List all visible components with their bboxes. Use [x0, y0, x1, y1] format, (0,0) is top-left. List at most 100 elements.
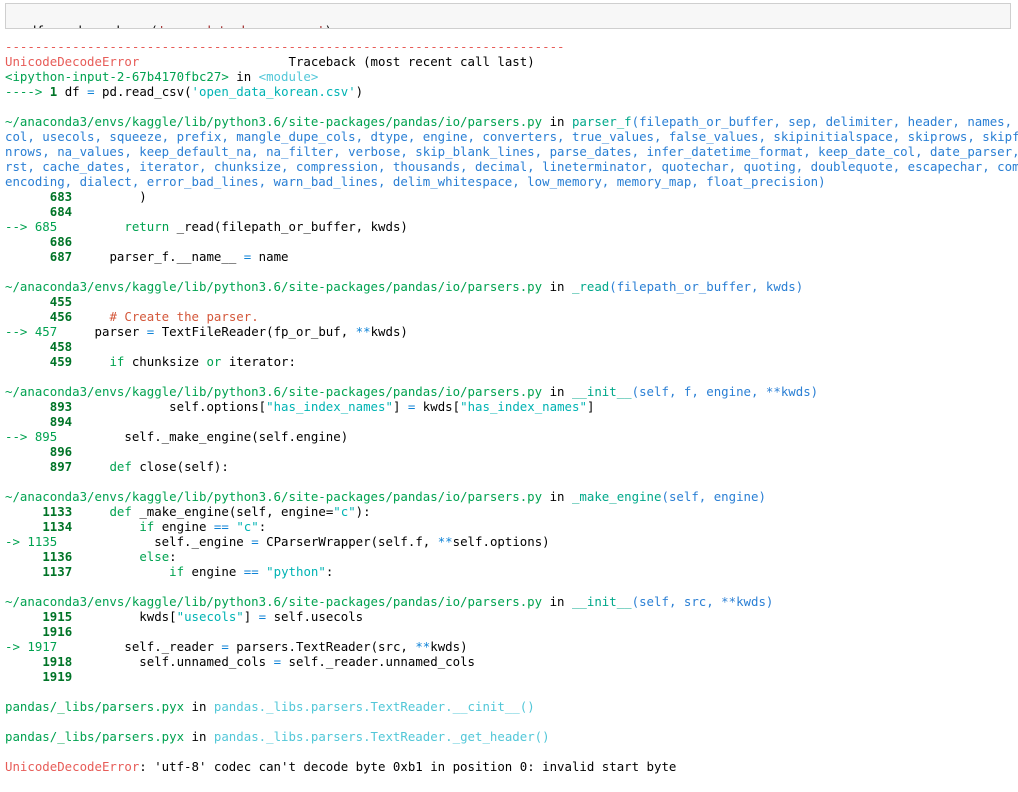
- source-token: close(self):: [131, 459, 229, 474]
- source-token: kwds): [430, 639, 468, 654]
- frame-file-path: pandas/_libs/parsers.pyx: [5, 699, 185, 714]
- current-frame-arrow: -->: [5, 429, 35, 444]
- source-token: =: [87, 84, 95, 99]
- source-token: self._engine: [64, 534, 252, 549]
- source-token: parser: [64, 324, 147, 339]
- traceback-frame-line: ~/anaconda3/envs/kaggle/lib/python3.6/si…: [5, 279, 1018, 294]
- source-token: ]: [243, 609, 259, 624]
- source-token: or: [206, 354, 222, 369]
- source-line-number: 457: [34, 324, 58, 339]
- current-frame-arrow: [5, 564, 42, 579]
- current-frame-arrow: [5, 609, 42, 624]
- source-line-number: 1918: [42, 654, 73, 669]
- code-input-cell[interactable]: df = pd.read_csv('open_data_korean.csv'): [5, 3, 1011, 29]
- source-line-number: 1136: [42, 549, 73, 564]
- source-token: ]: [392, 399, 408, 414]
- source-token: def: [109, 459, 132, 474]
- frame-function-args-continued: encoding, dialect, error_bad_lines, warn…: [5, 174, 826, 189]
- current-frame-arrow: [5, 504, 42, 519]
- source-token: if: [169, 564, 185, 579]
- source-code-line: 456 # Create the parser.: [5, 309, 1018, 324]
- source-token: parser_f.__name__: [79, 249, 244, 264]
- current-frame-arrow: [5, 234, 50, 249]
- frame-function-args: (filepath_or_buffer, kwds): [609, 279, 804, 294]
- source-code-line: 455: [5, 294, 1018, 309]
- current-frame-arrow: [5, 204, 50, 219]
- traceback-frame-line: <ipython-input-2-67b4170fbc27> in <modul…: [5, 69, 1018, 84]
- source-code-line: 1918 self.unnamed_cols = self._reader.un…: [5, 654, 1018, 669]
- frame-in-keyword: in: [184, 729, 214, 744]
- traceback-frame-line: pandas/_libs/parsers.pyx in pandas._libs…: [5, 699, 1018, 714]
- source-token: [80, 309, 110, 324]
- source-line-number: 1135: [27, 534, 58, 549]
- source-token: [80, 549, 140, 564]
- frame-function-args-continued: col, usecols, squeeze, prefix, mangle_du…: [5, 129, 1018, 144]
- final-error-line: UnicodeDecodeError: 'utf-8' codec can't …: [5, 759, 1018, 774]
- traceback-frame-line: pandas/_libs/parsers.pyx in pandas._libs…: [5, 729, 1018, 744]
- frame-file-path: ~/anaconda3/envs/kaggle/lib/python3.6/si…: [5, 594, 543, 609]
- frame-in-keyword: in: [542, 384, 572, 399]
- source-token: iterator:: [221, 354, 296, 369]
- frame-function-name: _make_engine: [571, 489, 662, 504]
- source-line-number: 683: [49, 189, 73, 204]
- source-code-line: 1136 else:: [5, 549, 1018, 564]
- source-token: ): [79, 189, 147, 204]
- current-frame-arrow: ->: [5, 639, 28, 654]
- source-code-line: 1915 kwds["usecols"] = self.usecols: [5, 609, 1018, 624]
- source-token: "c": [236, 519, 259, 534]
- frame-in-keyword: in: [542, 594, 572, 609]
- source-code-line: 684: [5, 204, 1018, 219]
- source-code-line: 1916: [5, 624, 1018, 639]
- frame-function-name: __init__: [571, 384, 632, 399]
- frame-function-args-continued: rst, cache_dates, iterator, chunksize, c…: [5, 159, 1018, 174]
- frame-function-args-continued: nrows, na_values, keep_default_na, na_fi…: [5, 144, 1018, 159]
- error-header-line: UnicodeDecodeError Traceback (most recen…: [5, 54, 1018, 69]
- source-line-number: 1915: [42, 609, 73, 624]
- current-frame-arrow: -->: [5, 324, 35, 339]
- error-type: UnicodeDecodeError: [5, 54, 140, 69]
- frame-in-keyword: in: [184, 699, 214, 714]
- frame-file-path: <ipython-input-2-67b4170fbc27>: [5, 69, 229, 84]
- source-token: self.options): [452, 534, 550, 549]
- source-token: "usecols": [176, 609, 244, 624]
- source-token: [80, 354, 110, 369]
- traceback-header-label: Traceback (most recent call last): [288, 54, 535, 69]
- source-token: engine: [154, 519, 214, 534]
- current-frame-arrow: [5, 654, 42, 669]
- source-token: ):: [355, 504, 371, 519]
- traceback-rule: ----------------------------------------…: [5, 39, 565, 54]
- source-line-number: 685: [34, 219, 58, 234]
- source-token: **: [355, 324, 371, 339]
- source-line-number: 1134: [42, 519, 73, 534]
- source-code-line: 1133 def _make_engine(self, engine="c"):: [5, 504, 1018, 519]
- source-token: 'open_data_korean.csv': [191, 84, 356, 99]
- source-token: [65, 219, 125, 234]
- source-code-line: 1919: [5, 669, 1018, 684]
- traceback-frame-line: ~/anaconda3/envs/kaggle/lib/python3.6/si…: [5, 489, 1018, 504]
- source-line-number: 893: [49, 399, 73, 414]
- source-token: =: [251, 534, 259, 549]
- source-code-line: ----> 1 df = pd.read_csv('open_data_kore…: [5, 84, 1018, 99]
- source-code-line: 893 self.options["has_index_names"] = kw…: [5, 399, 1018, 414]
- source-token: ==: [243, 564, 259, 579]
- current-frame-arrow: [5, 624, 42, 639]
- source-line-number: 1917: [27, 639, 58, 654]
- traceback-output: ----------------------------------------…: [0, 29, 1018, 774]
- current-frame-arrow: [5, 399, 50, 414]
- source-token: "python": [266, 564, 326, 579]
- source-token: kwds): [370, 324, 408, 339]
- source-code-line: --> 685 return _read(filepath_or_buffer,…: [5, 219, 1018, 234]
- source-code-line: --> 895 self._make_engine(self.engine): [5, 429, 1018, 444]
- source-code-line: 1134 if engine == "c":: [5, 519, 1018, 534]
- source-token: _read(filepath_or_buffer, kwds): [169, 219, 408, 234]
- current-frame-arrow: -->: [5, 219, 35, 234]
- source-code-line: 894: [5, 414, 1018, 429]
- source-token: if: [139, 519, 155, 534]
- source-token: **: [415, 639, 431, 654]
- source-line-number: 684: [49, 204, 73, 219]
- frame-function-args: (filepath_or_buffer, sep, delimiter, hea…: [631, 114, 1013, 129]
- source-code-line: 686: [5, 234, 1018, 249]
